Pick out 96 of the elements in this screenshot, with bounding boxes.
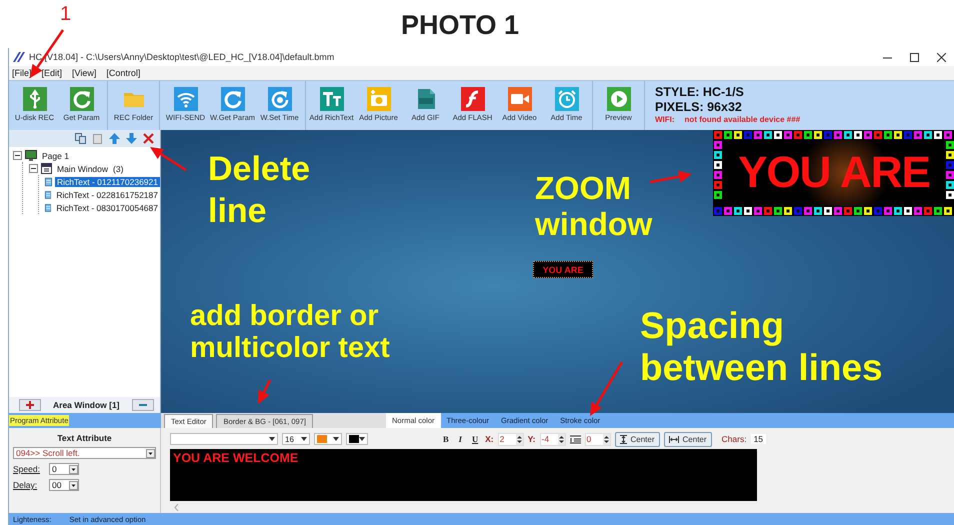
line-spacing-value: 0 xyxy=(586,434,592,444)
bold-button[interactable]: B xyxy=(440,434,452,444)
callout-text: add border or multicolor text xyxy=(190,300,391,364)
caret-icon xyxy=(146,448,155,458)
step-number: 1 xyxy=(60,3,72,26)
callout-text: Delete line xyxy=(208,149,312,232)
text-tool-icon xyxy=(320,87,344,111)
horizontal-center-icon xyxy=(668,436,679,442)
tree-item[interactable]: RichText - 0830170054687 xyxy=(54,202,160,212)
spinner-icon xyxy=(602,434,610,444)
underline-button[interactable]: U xyxy=(468,434,482,444)
arrow xyxy=(150,147,187,172)
arrow xyxy=(650,170,692,184)
wifi-icon xyxy=(174,87,198,111)
text-color-picker[interactable] xyxy=(314,433,342,445)
vertical-center-icon xyxy=(620,434,626,444)
wifi-label: WIFI: xyxy=(655,115,675,124)
maximize-icon[interactable] xyxy=(910,52,919,62)
menu-item[interactable]: [Control] xyxy=(106,68,140,78)
effect-dropdown[interactable]: 094>> Scroll left. xyxy=(13,447,156,459)
tree-item[interactable]: RichText - 0121170236921 xyxy=(55,176,160,186)
arrow xyxy=(590,361,624,416)
line-spacing-field[interactable]: 0 xyxy=(584,432,610,446)
wifi-status: not found available device ### xyxy=(684,115,800,124)
font-size-value: 16 xyxy=(285,434,294,444)
panel-title: Text Attribute xyxy=(56,433,113,443)
x-offset-field[interactable]: 2 xyxy=(498,432,524,446)
y-offset-field[interactable]: -4 xyxy=(540,432,566,446)
speed-label: Speed: xyxy=(13,464,41,474)
arrow xyxy=(258,379,272,404)
heading: PHOTO 1 xyxy=(400,10,520,41)
menu-item[interactable]: [View] xyxy=(72,68,96,78)
tree-item[interactable]: Page 1 xyxy=(40,150,71,160)
size-dropdown[interactable]: 16 xyxy=(282,433,310,445)
speed-value: 0 xyxy=(52,464,57,474)
caret-icon xyxy=(69,480,78,490)
expander-icon[interactable] xyxy=(29,164,38,173)
speed-dropdown[interactable]: 0 xyxy=(49,463,79,475)
expander-icon[interactable] xyxy=(13,151,22,160)
dropdown-arrow-icon xyxy=(269,437,275,441)
x-label: X: xyxy=(485,434,494,444)
y-label: Y: xyxy=(528,434,536,444)
window-icon xyxy=(41,163,52,174)
menu-item[interactable]: [Edit] xyxy=(42,68,62,78)
line-spacing-icon xyxy=(570,434,580,444)
callout-text: Spacing between lines xyxy=(640,305,884,389)
alarm-clock-icon xyxy=(554,87,578,111)
delay-dropdown[interactable]: 00 xyxy=(49,479,79,491)
y-value: -4 xyxy=(542,434,550,444)
delete-icon[interactable] xyxy=(143,133,154,144)
dropdown-arrow-icon xyxy=(333,437,339,441)
led-preview: YOU ARE xyxy=(533,261,593,278)
refresh-clock-icon xyxy=(268,87,292,111)
close-icon[interactable] xyxy=(937,52,946,62)
delay-label: Delay: xyxy=(13,480,38,490)
delay-value: 00 xyxy=(52,480,62,490)
menu-item[interactable]: [File] xyxy=(12,68,32,78)
minus-icon xyxy=(138,401,147,409)
dropdown-arrow-icon xyxy=(301,437,307,441)
effect-value: 094>> Scroll left. xyxy=(16,448,80,458)
video-camera-icon xyxy=(508,87,532,111)
italic-button[interactable]: I xyxy=(456,434,465,444)
arrow-up-icon[interactable] xyxy=(109,133,120,144)
flash-icon xyxy=(460,87,484,111)
tree-item[interactable]: RichText - 0228161752187 xyxy=(54,190,160,200)
refresh-icon xyxy=(70,87,94,111)
device-pixels: PIXELS: 96x32 xyxy=(655,100,743,114)
spinner-icon xyxy=(516,434,523,444)
copy-icon[interactable] xyxy=(75,133,86,144)
caret-icon xyxy=(69,464,78,474)
arrow-down-icon[interactable] xyxy=(126,133,137,144)
item-count: (3) xyxy=(113,164,124,174)
area-window-label: Area Window [1] xyxy=(53,400,120,410)
device-style: STYLE: HC-1/S xyxy=(655,85,745,99)
usb-icon xyxy=(22,87,46,111)
background-color-picker[interactable] xyxy=(346,433,368,445)
tree-item[interactable]: Main Window xyxy=(55,164,110,174)
text-editor-area[interactable]: YOU ARE WELCOME xyxy=(170,449,757,501)
monitor-icon xyxy=(25,150,37,161)
x-value: 2 xyxy=(500,434,504,444)
chars-label: Chars: xyxy=(722,434,747,444)
add-picture-icon xyxy=(366,87,390,111)
callout-text: ZOOM window xyxy=(535,170,654,242)
remove-area-button[interactable] xyxy=(132,399,154,411)
dropdown-arrow-icon xyxy=(359,437,365,441)
play-icon xyxy=(606,87,630,111)
color-swatch xyxy=(349,435,359,443)
add-area-button[interactable] xyxy=(19,399,41,411)
plus-icon xyxy=(26,401,34,409)
color-swatch xyxy=(317,435,327,443)
app-icon xyxy=(13,52,25,62)
chars-count: 15 xyxy=(750,434,766,444)
center-button[interactable]: Center xyxy=(614,432,660,446)
center-button[interactable]: Center xyxy=(664,432,712,446)
refresh-icon xyxy=(220,87,244,111)
spinner-icon xyxy=(558,434,564,444)
